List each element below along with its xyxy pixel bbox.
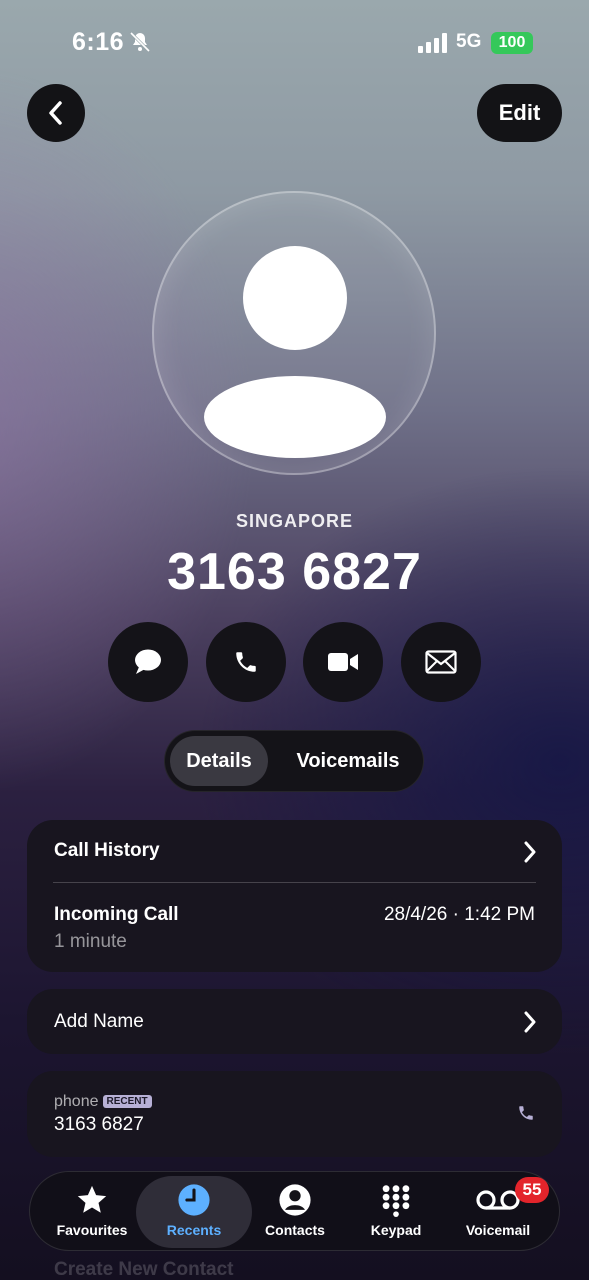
tab-recents[interactable]: Recents [136, 1176, 252, 1248]
tab-label: Keypad [370, 1222, 422, 1238]
phone-label: phone [54, 1093, 99, 1110]
star-icon [77, 1185, 107, 1213]
tab-label: Voicemail [465, 1222, 531, 1238]
chevron-right-icon [524, 1011, 536, 1033]
person-circle-icon [279, 1184, 311, 1216]
tab-keypad[interactable]: Keypad [346, 1176, 446, 1248]
chevron-right-icon[interactable] [523, 841, 537, 863]
phone-icon[interactable] [517, 1104, 535, 1122]
create-new-contact[interactable]: Create New Contact [54, 1259, 234, 1280]
contact-number: 3163 6827 [167, 543, 422, 601]
call-entry-type: Incoming Call [54, 904, 179, 925]
phone-icon [236, 652, 256, 672]
tab-voicemails[interactable]: Voicemails [275, 736, 421, 786]
tab-label: Contacts [265, 1222, 325, 1238]
back-button[interactable] [27, 84, 85, 142]
tab-contacts[interactable]: Contacts [244, 1176, 346, 1248]
phone-value: 3163 6827 [54, 1114, 144, 1135]
contact-location: SINGAPORE [235, 511, 354, 531]
keypad-icon [382, 1185, 410, 1217]
bell-slash-icon [129, 31, 151, 53]
battery-indicator: 100 [491, 32, 533, 54]
phone-row[interactable]: phone RECENT 3163 6827 [27, 1071, 562, 1157]
network-type: 5G [456, 31, 482, 52]
video-icon [328, 653, 358, 671]
call-button[interactable] [206, 622, 286, 702]
message-button[interactable] [108, 622, 188, 702]
voicemail-count-badge: 55 [515, 1177, 549, 1203]
cellular-signal-icon [418, 33, 447, 53]
call-history-card: Call History Incoming Call 28/4/26 · 1:4… [27, 820, 562, 972]
tab-bar: Favourites Recents Contacts Keypad Voice… [29, 1171, 560, 1251]
message-icon [135, 649, 161, 674]
tab-favourites[interactable]: Favourites [36, 1176, 148, 1248]
recent-badge: RECENT [102, 1095, 152, 1108]
divider [53, 882, 536, 883]
add-name-label: Add Name [54, 1011, 144, 1032]
tab-label: Recents [166, 1222, 222, 1238]
call-history-title[interactable]: Call History [54, 840, 160, 862]
tab-details[interactable]: Details [170, 736, 268, 786]
call-entry-datetime: 28/4/26 · 1:42 PM [383, 904, 535, 925]
tab-label: Favourites [56, 1222, 128, 1238]
call-entry-duration: 1 minute [54, 931, 127, 952]
video-call-button[interactable] [303, 622, 383, 702]
mail-icon [425, 650, 457, 674]
edit-button[interactable]: Edit [477, 84, 562, 142]
add-name-row[interactable]: Add Name [27, 989, 562, 1054]
clock-icon [178, 1184, 210, 1216]
status-time: 6:16 [72, 28, 125, 56]
chevron-left-icon [49, 101, 62, 125]
contact-avatar [152, 191, 436, 475]
person-placeholder-icon [243, 246, 347, 350]
details-voicemails-segmented: Details Voicemails [164, 730, 424, 792]
mail-button[interactable] [401, 622, 481, 702]
